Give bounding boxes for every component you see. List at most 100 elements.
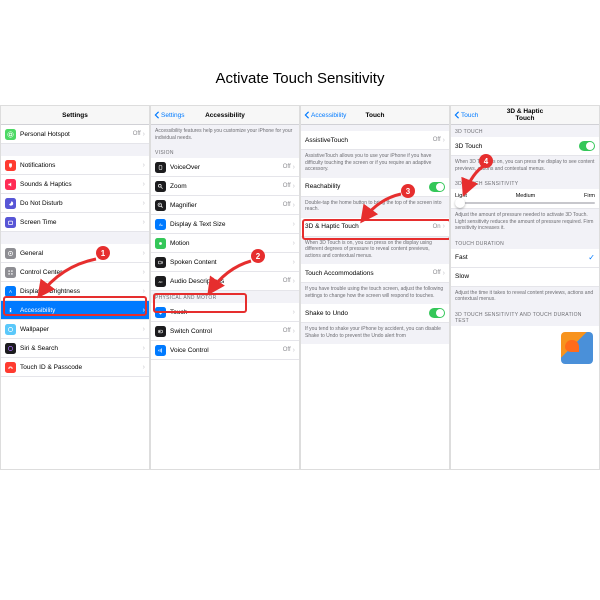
cell-3d-haptic[interactable]: 3D & Haptic TouchOn›: [301, 218, 449, 237]
accessibility-panel: SettingsAccessibility Accessibility feat…: [150, 105, 300, 470]
cell-assistive[interactable]: AssistiveTouchOff›: [301, 131, 449, 150]
cell-accessibility[interactable]: Accessibility›: [1, 301, 149, 320]
spoken-icon: [155, 257, 166, 268]
test-area: [451, 326, 599, 370]
test-photo[interactable]: [561, 332, 593, 364]
svg-text:AD: AD: [159, 279, 163, 283]
zoom-icon: [155, 181, 166, 192]
chevron-right-icon: ›: [293, 347, 295, 354]
hotspot-icon: [5, 129, 16, 140]
description: When 3D Touch is on, you can press on th…: [301, 237, 449, 265]
cell-touch[interactable]: Touch›: [151, 303, 299, 322]
cell-3dtouch-toggle[interactable]: 3D Touch: [451, 137, 599, 156]
step-badge-2: 2: [251, 249, 265, 263]
checkmark-icon: ✓: [588, 253, 595, 262]
3dtouch-toggle[interactable]: [579, 141, 595, 151]
text-size-icon: AA: [155, 219, 166, 230]
display-icon: A: [5, 286, 16, 297]
description: If you have trouble using the touch scre…: [301, 283, 449, 304]
chevron-right-icon: ›: [143, 219, 145, 226]
step-badge-1: 1: [96, 246, 110, 260]
cell-audio-desc[interactable]: ADAudio DescriptionsOff›: [151, 272, 299, 291]
cell-zoom[interactable]: ZoomOff›: [151, 177, 299, 196]
chevron-right-icon: ›: [143, 326, 145, 333]
slider-track[interactable]: [455, 202, 595, 204]
page-title: Activate Touch Sensitivity: [0, 0, 600, 105]
chevron-right-icon: ›: [143, 200, 145, 207]
settings-panel: Settings Personal HotspotOff› Notificati…: [0, 105, 150, 470]
chevron-right-icon: ›: [443, 223, 445, 230]
cell-shake[interactable]: Shake to Undo: [301, 304, 449, 323]
motion-icon: [155, 238, 166, 249]
screen-time-icon: [5, 217, 16, 228]
step-badge-3: 3: [401, 184, 415, 198]
cell-screen-time[interactable]: Screen Time›: [1, 213, 149, 232]
separator: [1, 144, 149, 156]
voice-control-icon: [155, 345, 166, 356]
cell-fast[interactable]: Fast✓: [451, 249, 599, 268]
description: Adjust the time it takes to reveal conte…: [451, 287, 599, 308]
description: If you tend to shake your iPhone by acci…: [301, 323, 449, 344]
cell-slow[interactable]: Slow: [451, 268, 599, 287]
chevron-right-icon: ›: [443, 270, 445, 277]
cell-general[interactable]: General›: [1, 244, 149, 263]
shake-toggle[interactable]: [429, 308, 445, 318]
cell-display-text[interactable]: AADisplay & Text Size›: [151, 215, 299, 234]
cell-accommodations[interactable]: Touch AccommodationsOff›: [301, 264, 449, 283]
cell-voice-control[interactable]: Voice ControlOff›: [151, 341, 299, 360]
accessibility-icon: [5, 305, 16, 316]
svg-text:A: A: [9, 288, 12, 293]
cell-control-center[interactable]: Control Center›: [1, 263, 149, 282]
cell-personal-hotspot[interactable]: Personal HotspotOff›: [1, 125, 149, 144]
dnd-icon: [5, 198, 16, 209]
chevron-right-icon: ›: [143, 250, 145, 257]
chevron-right-icon: ›: [293, 278, 295, 285]
chevron-right-icon: ›: [293, 240, 295, 247]
cell-notifications[interactable]: Notifications›: [1, 156, 149, 175]
cell-spoken[interactable]: Spoken Content›: [151, 253, 299, 272]
description: Double-tap the home button to bring the …: [301, 197, 449, 218]
header: SettingsAccessibility: [151, 106, 299, 125]
back-button[interactable]: Touch: [454, 111, 501, 119]
chevron-right-icon: ›: [143, 288, 145, 295]
header: AccessibilityTouch: [301, 106, 449, 125]
cell-siri[interactable]: Siri & Search›: [1, 339, 149, 358]
sounds-icon: [5, 179, 16, 190]
cell-dnd[interactable]: Do Not Disturb›: [1, 194, 149, 213]
back-button[interactable]: Settings: [154, 111, 201, 119]
header: Settings: [1, 106, 149, 125]
cell-touchid[interactable]: Touch ID & Passcode›: [1, 358, 149, 377]
header-title: Touch: [351, 112, 398, 119]
sensitivity-slider[interactable]: LightMediumFirm: [451, 189, 599, 209]
cell-voiceover[interactable]: VoiceOverOff›: [151, 158, 299, 177]
chevron-right-icon: ›: [143, 181, 145, 188]
chevron-right-icon: ›: [443, 137, 445, 144]
cell-reachability[interactable]: Reachability: [301, 178, 449, 197]
cell-magnifier[interactable]: MagnifierOff›: [151, 196, 299, 215]
general-icon: [5, 248, 16, 259]
section-duration: TOUCH DURATION: [451, 237, 599, 249]
control-center-icon: [5, 267, 16, 278]
cell-wallpaper[interactable]: Wallpaper›: [1, 320, 149, 339]
section-sensitivity: 3D TOUCH SENSITIVITY: [451, 177, 599, 189]
cell-switch[interactable]: Switch ControlOff›: [151, 322, 299, 341]
section-motor: PHYSICAL AND MOTOR: [151, 291, 299, 303]
header-title: 3D & Haptic Touch: [501, 108, 548, 122]
cell-sounds[interactable]: Sounds & Haptics›: [1, 175, 149, 194]
chevron-right-icon: ›: [143, 162, 145, 169]
touch-panel: AccessibilityTouch AssistiveTouchOff› As…: [300, 105, 450, 470]
section-test: 3D TOUCH SENSITIVITY AND TOUCH DURATION …: [451, 308, 599, 326]
section-3dtouch: 3D TOUCH: [451, 125, 599, 137]
chevron-right-icon: ›: [293, 221, 295, 228]
chevron-right-icon: ›: [143, 131, 145, 138]
cell-display[interactable]: ADisplay & Brightness›: [1, 282, 149, 301]
chevron-right-icon: ›: [143, 269, 145, 276]
reachability-toggle[interactable]: [429, 182, 445, 192]
back-button[interactable]: Accessibility: [304, 111, 351, 119]
touch-icon: [155, 307, 166, 318]
svg-text:A: A: [161, 223, 163, 226]
wallpaper-icon: [5, 324, 16, 335]
step-badge-4: 4: [479, 154, 493, 168]
cell-motion[interactable]: Motion›: [151, 234, 299, 253]
chevron-right-icon: ›: [293, 328, 295, 335]
